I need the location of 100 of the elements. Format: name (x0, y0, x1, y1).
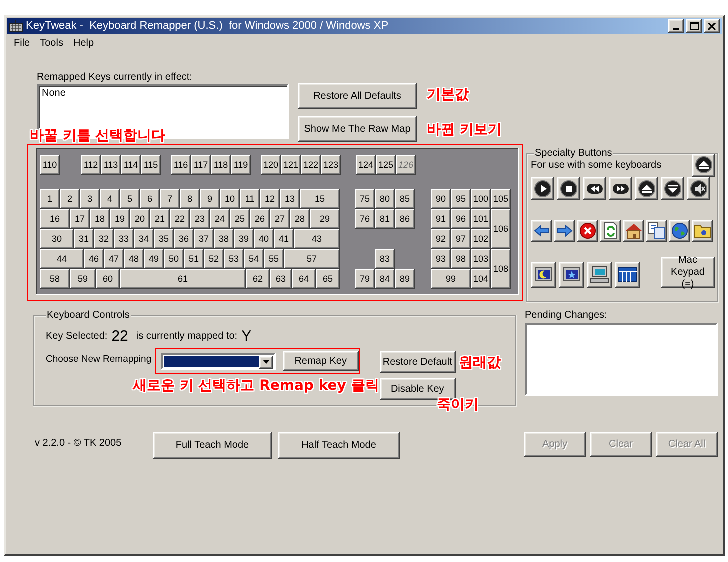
back-button[interactable] (531, 220, 552, 242)
key[interactable]: 108 (491, 249, 511, 289)
key[interactable]: 20 (130, 209, 150, 229)
eject-button[interactable] (692, 154, 715, 176)
key[interactable]: 57 (284, 249, 340, 269)
key[interactable]: 99 (431, 269, 471, 289)
key[interactable]: 122 (301, 155, 321, 175)
key[interactable]: 28 (290, 209, 310, 229)
key[interactable]: 110 (40, 155, 60, 175)
key[interactable]: 16 (40, 209, 70, 229)
key[interactable]: 9 (200, 189, 220, 209)
calculator-button[interactable] (615, 262, 640, 288)
key[interactable]: 79 (355, 269, 375, 289)
key[interactable]: 116 (171, 155, 191, 175)
key[interactable]: 76 (355, 209, 375, 229)
key[interactable]: 105 (491, 189, 511, 209)
action-button[interactable]: Show Me The Raw Map (298, 116, 417, 142)
teach-mode-button[interactable]: Half Teach Mode (278, 432, 400, 459)
key[interactable]: 124 (356, 155, 376, 175)
key[interactable]: 61 (120, 269, 246, 289)
key[interactable]: 10 (220, 189, 240, 209)
key[interactable]: 60 (96, 269, 120, 289)
forward-button[interactable] (554, 220, 575, 242)
rewind-button[interactable] (583, 177, 606, 200)
key[interactable]: 97 (451, 229, 471, 249)
key[interactable]: 30 (40, 229, 74, 249)
key[interactable]: 26 (250, 209, 270, 229)
key[interactable]: 18 (90, 209, 110, 229)
key[interactable]: 95 (451, 189, 471, 209)
key[interactable]: 113 (101, 155, 121, 175)
key[interactable]: 112 (81, 155, 101, 175)
key[interactable]: 7 (160, 189, 180, 209)
restore-default-button[interactable]: Restore Default (380, 351, 456, 373)
key[interactable]: 40 (254, 229, 274, 249)
key[interactable]: 12 (260, 189, 280, 209)
key[interactable]: 44 (40, 249, 84, 269)
key[interactable]: 36 (174, 229, 194, 249)
key[interactable]: 104 (471, 269, 491, 289)
refresh-button[interactable] (600, 220, 621, 242)
key[interactable]: 4 (100, 189, 120, 209)
key[interactable]: 27 (270, 209, 290, 229)
computer-button[interactable] (587, 262, 612, 288)
key[interactable]: 55 (264, 249, 284, 269)
key[interactable]: 59 (70, 269, 96, 289)
key[interactable]: 52 (204, 249, 224, 269)
key[interactable]: 47 (104, 249, 124, 269)
key[interactable]: 86 (395, 209, 415, 229)
key[interactable]: 118 (211, 155, 231, 175)
key[interactable]: 100 (471, 189, 491, 209)
key[interactable]: 81 (375, 209, 395, 229)
key[interactable]: 13 (280, 189, 300, 209)
copy-button[interactable] (646, 220, 667, 242)
close-button[interactable] (704, 19, 720, 33)
remapping-dropdown[interactable] (160, 352, 276, 370)
key[interactable]: 5 (120, 189, 140, 209)
key[interactable]: 25 (230, 209, 250, 229)
key[interactable]: 17 (70, 209, 90, 229)
key[interactable]: 50 (164, 249, 184, 269)
home-button[interactable] (623, 220, 644, 242)
key[interactable]: 49 (144, 249, 164, 269)
key[interactable]: 6 (140, 189, 160, 209)
key[interactable]: 98 (451, 249, 471, 269)
remap-key-button[interactable]: Remap Key (283, 351, 359, 371)
key[interactable]: 80 (375, 189, 395, 209)
key[interactable]: 46 (84, 249, 104, 269)
key[interactable]: 38 (214, 229, 234, 249)
folder-button[interactable] (692, 220, 713, 242)
key[interactable]: 65 (316, 269, 340, 289)
key[interactable]: 48 (124, 249, 144, 269)
volume-up-button[interactable] (635, 177, 658, 200)
key[interactable]: 89 (395, 269, 415, 289)
key[interactable]: 11 (240, 189, 260, 209)
fast-forward-button[interactable] (609, 177, 632, 200)
minimize-button[interactable] (668, 19, 684, 33)
key[interactable]: 75 (355, 189, 375, 209)
key[interactable]: 93 (431, 249, 451, 269)
key[interactable]: 91 (431, 209, 451, 229)
sleep-button[interactable] (531, 262, 556, 288)
key[interactable]: 64 (292, 269, 316, 289)
cancel-button[interactable] (577, 220, 598, 242)
key[interactable]: 22 (170, 209, 190, 229)
key[interactable]: 41 (274, 229, 294, 249)
key[interactable]: 51 (184, 249, 204, 269)
key[interactable]: 39 (234, 229, 254, 249)
key[interactable]: 125 (376, 155, 396, 175)
key[interactable]: 83 (375, 249, 395, 269)
play-button[interactable] (531, 177, 554, 200)
key[interactable]: 54 (244, 249, 264, 269)
key[interactable]: 58 (40, 269, 70, 289)
key[interactable]: 43 (294, 229, 340, 249)
key[interactable]: 121 (281, 155, 301, 175)
teach-mode-button[interactable]: Full Teach Mode (153, 432, 272, 459)
key[interactable]: 120 (261, 155, 281, 175)
key[interactable]: 102 (471, 229, 491, 249)
menu-item[interactable]: Help (68, 38, 100, 48)
key[interactable]: 8 (180, 189, 200, 209)
key[interactable]: 32 (94, 229, 114, 249)
key[interactable]: 103 (471, 249, 491, 269)
volume-down-button[interactable] (661, 177, 684, 200)
key[interactable]: 85 (395, 189, 415, 209)
